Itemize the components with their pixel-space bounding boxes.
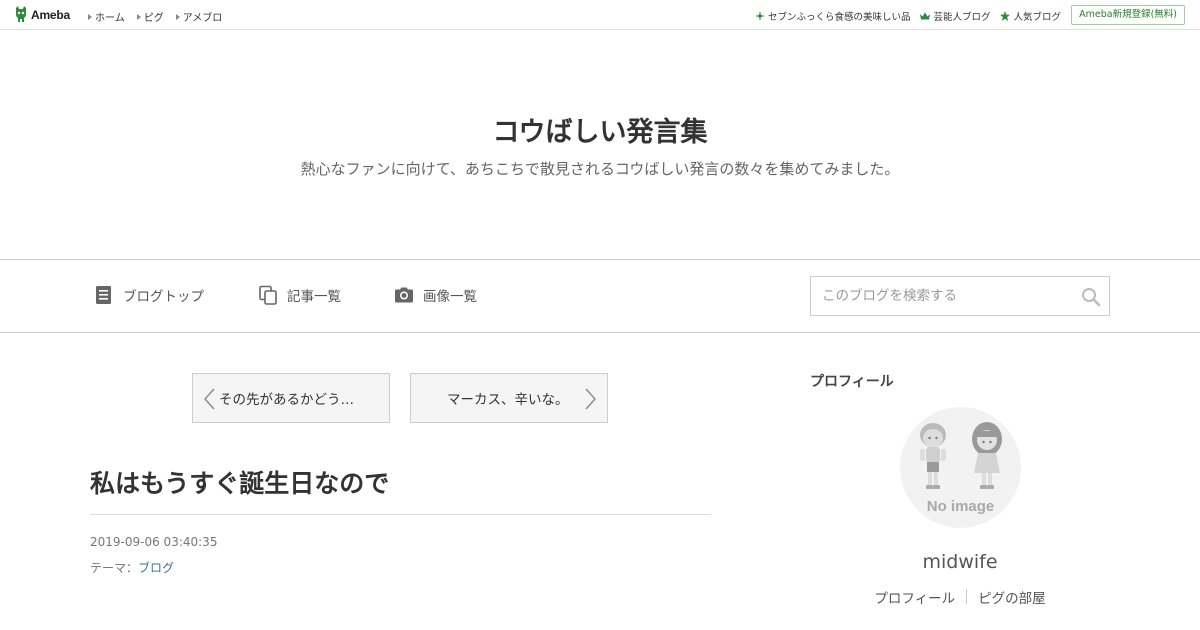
global-header: Ameba ホーム ピグ アメブロ セブンふっくら食感の美味しい品 芸能人ブログ…: [0, 0, 1200, 30]
nav-label: 画像一覧: [423, 289, 477, 305]
signup-button[interactable]: Ameba新規登録(無料): [1071, 5, 1185, 25]
global-nav-label: ホーム: [95, 13, 125, 24]
global-nav: ホーム ピグ アメブロ: [88, 9, 222, 24]
logo-text: Ameba: [31, 7, 71, 22]
chevron-right-icon: [585, 388, 596, 410]
blog-description: 熱心なファンに向けて、あちこちで散見されるコウばしい発言の数々を集めてみました。: [300, 160, 900, 178]
profile-links: プロフィール ピグの部屋: [810, 587, 1110, 607]
nav-blog-top[interactable]: ブログトップ: [94, 285, 204, 305]
global-nav-home[interactable]: ホーム: [88, 9, 125, 24]
triangle-icon: [175, 13, 180, 20]
profile-heading: プロフィール: [810, 374, 894, 390]
global-nav-label: ピグ: [143, 13, 164, 24]
blog-nav: ブログトップ 記事一覧 画像一覧: [0, 259, 1200, 333]
article-theme: テーマ：ブログ: [90, 559, 174, 576]
prev-article-label: その先があるかどう…: [219, 392, 354, 408]
blog-search-input[interactable]: [811, 277, 1073, 315]
next-article-label: マーカス、辛いな。: [447, 392, 569, 408]
blog-title[interactable]: コウばしい発言集: [0, 110, 1200, 149]
global-nav-ameblo[interactable]: アメブロ: [175, 9, 223, 24]
nav-image-list[interactable]: 画像一覧: [394, 285, 477, 305]
avatar[interactable]: No image: [900, 407, 1021, 528]
blog-search: [810, 276, 1110, 316]
promo-link-label: セブンふっくら食感の美味しい品: [767, 12, 911, 23]
pigg-room-link[interactable]: ピグの部屋: [978, 587, 1046, 607]
triangle-icon: [88, 13, 92, 20]
promo-links: セブンふっくら食感の美味しい品 芸能人ブログ 人気ブログ: [754, 9, 1061, 23]
profile-name[interactable]: midwife: [810, 551, 1110, 573]
promo-link-popular[interactable]: 人気ブログ: [1000, 9, 1061, 23]
theme-link[interactable]: ブログ: [138, 561, 174, 575]
promo-link-label: 芸能人ブログ: [933, 12, 991, 23]
ameba-logo-icon: [16, 6, 26, 22]
document-icon: [96, 286, 111, 304]
next-article-button[interactable]: マーカス、辛いな。: [410, 373, 608, 423]
crown-icon: [920, 12, 931, 20]
sparkle-icon: [754, 11, 765, 21]
triangle-icon: [136, 13, 141, 20]
link-separator: [966, 589, 968, 604]
promo-link-label: 人気ブログ: [1013, 12, 1061, 23]
search-icon[interactable]: [1081, 287, 1101, 307]
theme-prefix: テーマ：: [90, 561, 139, 575]
nav-label: 記事一覧: [287, 289, 341, 305]
article-title[interactable]: 私はもうすぐ誕生日なので: [90, 464, 389, 500]
article-divider: [90, 514, 711, 515]
copy-icon: [259, 285, 277, 305]
promo-link-celebrity[interactable]: 芸能人ブログ: [920, 9, 990, 23]
chevron-left-icon: [204, 388, 215, 410]
camera-icon: [395, 287, 413, 303]
ameba-logo[interactable]: Ameba: [14, 6, 70, 23]
article-date: 2019-09-06 03:40:35: [90, 535, 218, 549]
promo-link-seven[interactable]: セブンふっくら食感の美味しい品: [754, 9, 911, 23]
global-nav-pigg[interactable]: ピグ: [136, 9, 164, 24]
avatar-caption: No image: [926, 498, 995, 515]
nav-article-list[interactable]: 記事一覧: [258, 285, 341, 305]
nav-label: ブログトップ: [123, 289, 204, 305]
star-icon: [1000, 11, 1011, 21]
profile-link[interactable]: プロフィール: [874, 587, 955, 607]
prev-article-button[interactable]: その先があるかどう…: [192, 373, 390, 423]
global-nav-label: アメブロ: [182, 13, 223, 24]
